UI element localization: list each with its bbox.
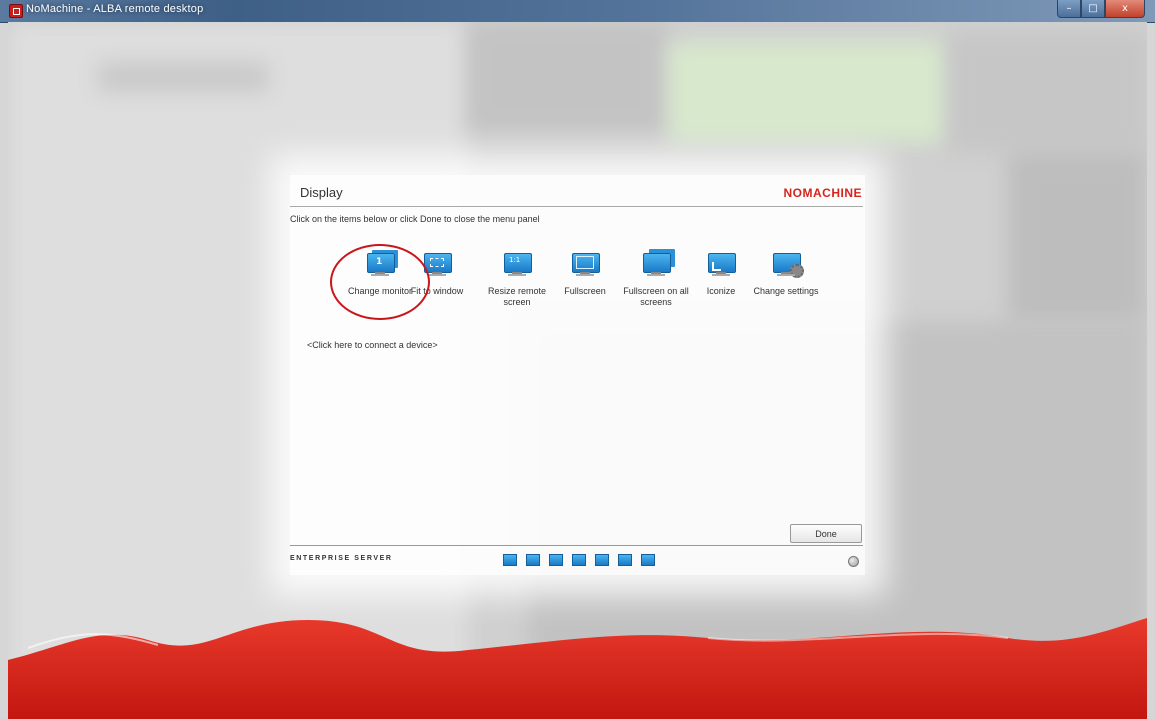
nomachine-red-wave [8, 618, 1147, 719]
minimize-button[interactable]: – [1057, 0, 1081, 18]
divider [290, 206, 863, 207]
status-indicator-icon [848, 556, 859, 567]
iconize-icon [705, 253, 737, 281]
fullscreen-all-icon[interactable] [595, 554, 609, 566]
window-controls: – □ x [1057, 0, 1145, 18]
window-title: NoMachine - ALBA remote desktop [26, 3, 204, 15]
resize-1to1-icon[interactable] [549, 554, 563, 566]
edition-label: ENTERPRISE SERVER [290, 555, 393, 562]
nomachine-logo: NOMACHINE [783, 186, 862, 200]
fullscreen-icon [569, 253, 601, 281]
iconize-item[interactable]: Iconize [696, 253, 746, 297]
window-titlebar[interactable]: NoMachine - ALBA remote desktop – □ x [0, 0, 1155, 23]
done-button[interactable]: Done [790, 524, 862, 543]
display-menu-panel: Display NOMACHINE Click on the items bel… [290, 175, 865, 575]
fullscreen-icon[interactable] [572, 554, 586, 566]
resize-remote-screen-item[interactable]: 1:1 Resize remote screen [482, 253, 552, 308]
resize-1to1-icon: 1:1 [501, 253, 533, 281]
change-settings-item[interactable]: Change settings [749, 253, 823, 297]
red-highlight-circle [330, 244, 430, 320]
settings-monitor-icon[interactable] [641, 554, 655, 566]
divider [290, 545, 863, 546]
fullscreen-all-icon [640, 253, 672, 281]
panel-title: Display [300, 185, 343, 200]
fullscreen-item[interactable]: Fullscreen [555, 253, 615, 297]
maximize-button[interactable]: □ [1081, 0, 1105, 18]
monitor-1-icon[interactable] [503, 554, 517, 566]
instruction-text: Click on the items below or click Done t… [290, 214, 540, 224]
fit-to-window-icon[interactable] [526, 554, 540, 566]
nomachine-app-icon [9, 4, 23, 18]
fullscreen-all-screens-item[interactable]: Fullscreen on all screens [617, 253, 695, 308]
quick-icons-bar [503, 554, 655, 566]
settings-monitor-icon [770, 253, 804, 281]
close-button[interactable]: x [1105, 0, 1145, 18]
iconize-icon[interactable] [618, 554, 632, 566]
connect-device-link[interactable]: <Click here to connect a device> [307, 340, 438, 350]
